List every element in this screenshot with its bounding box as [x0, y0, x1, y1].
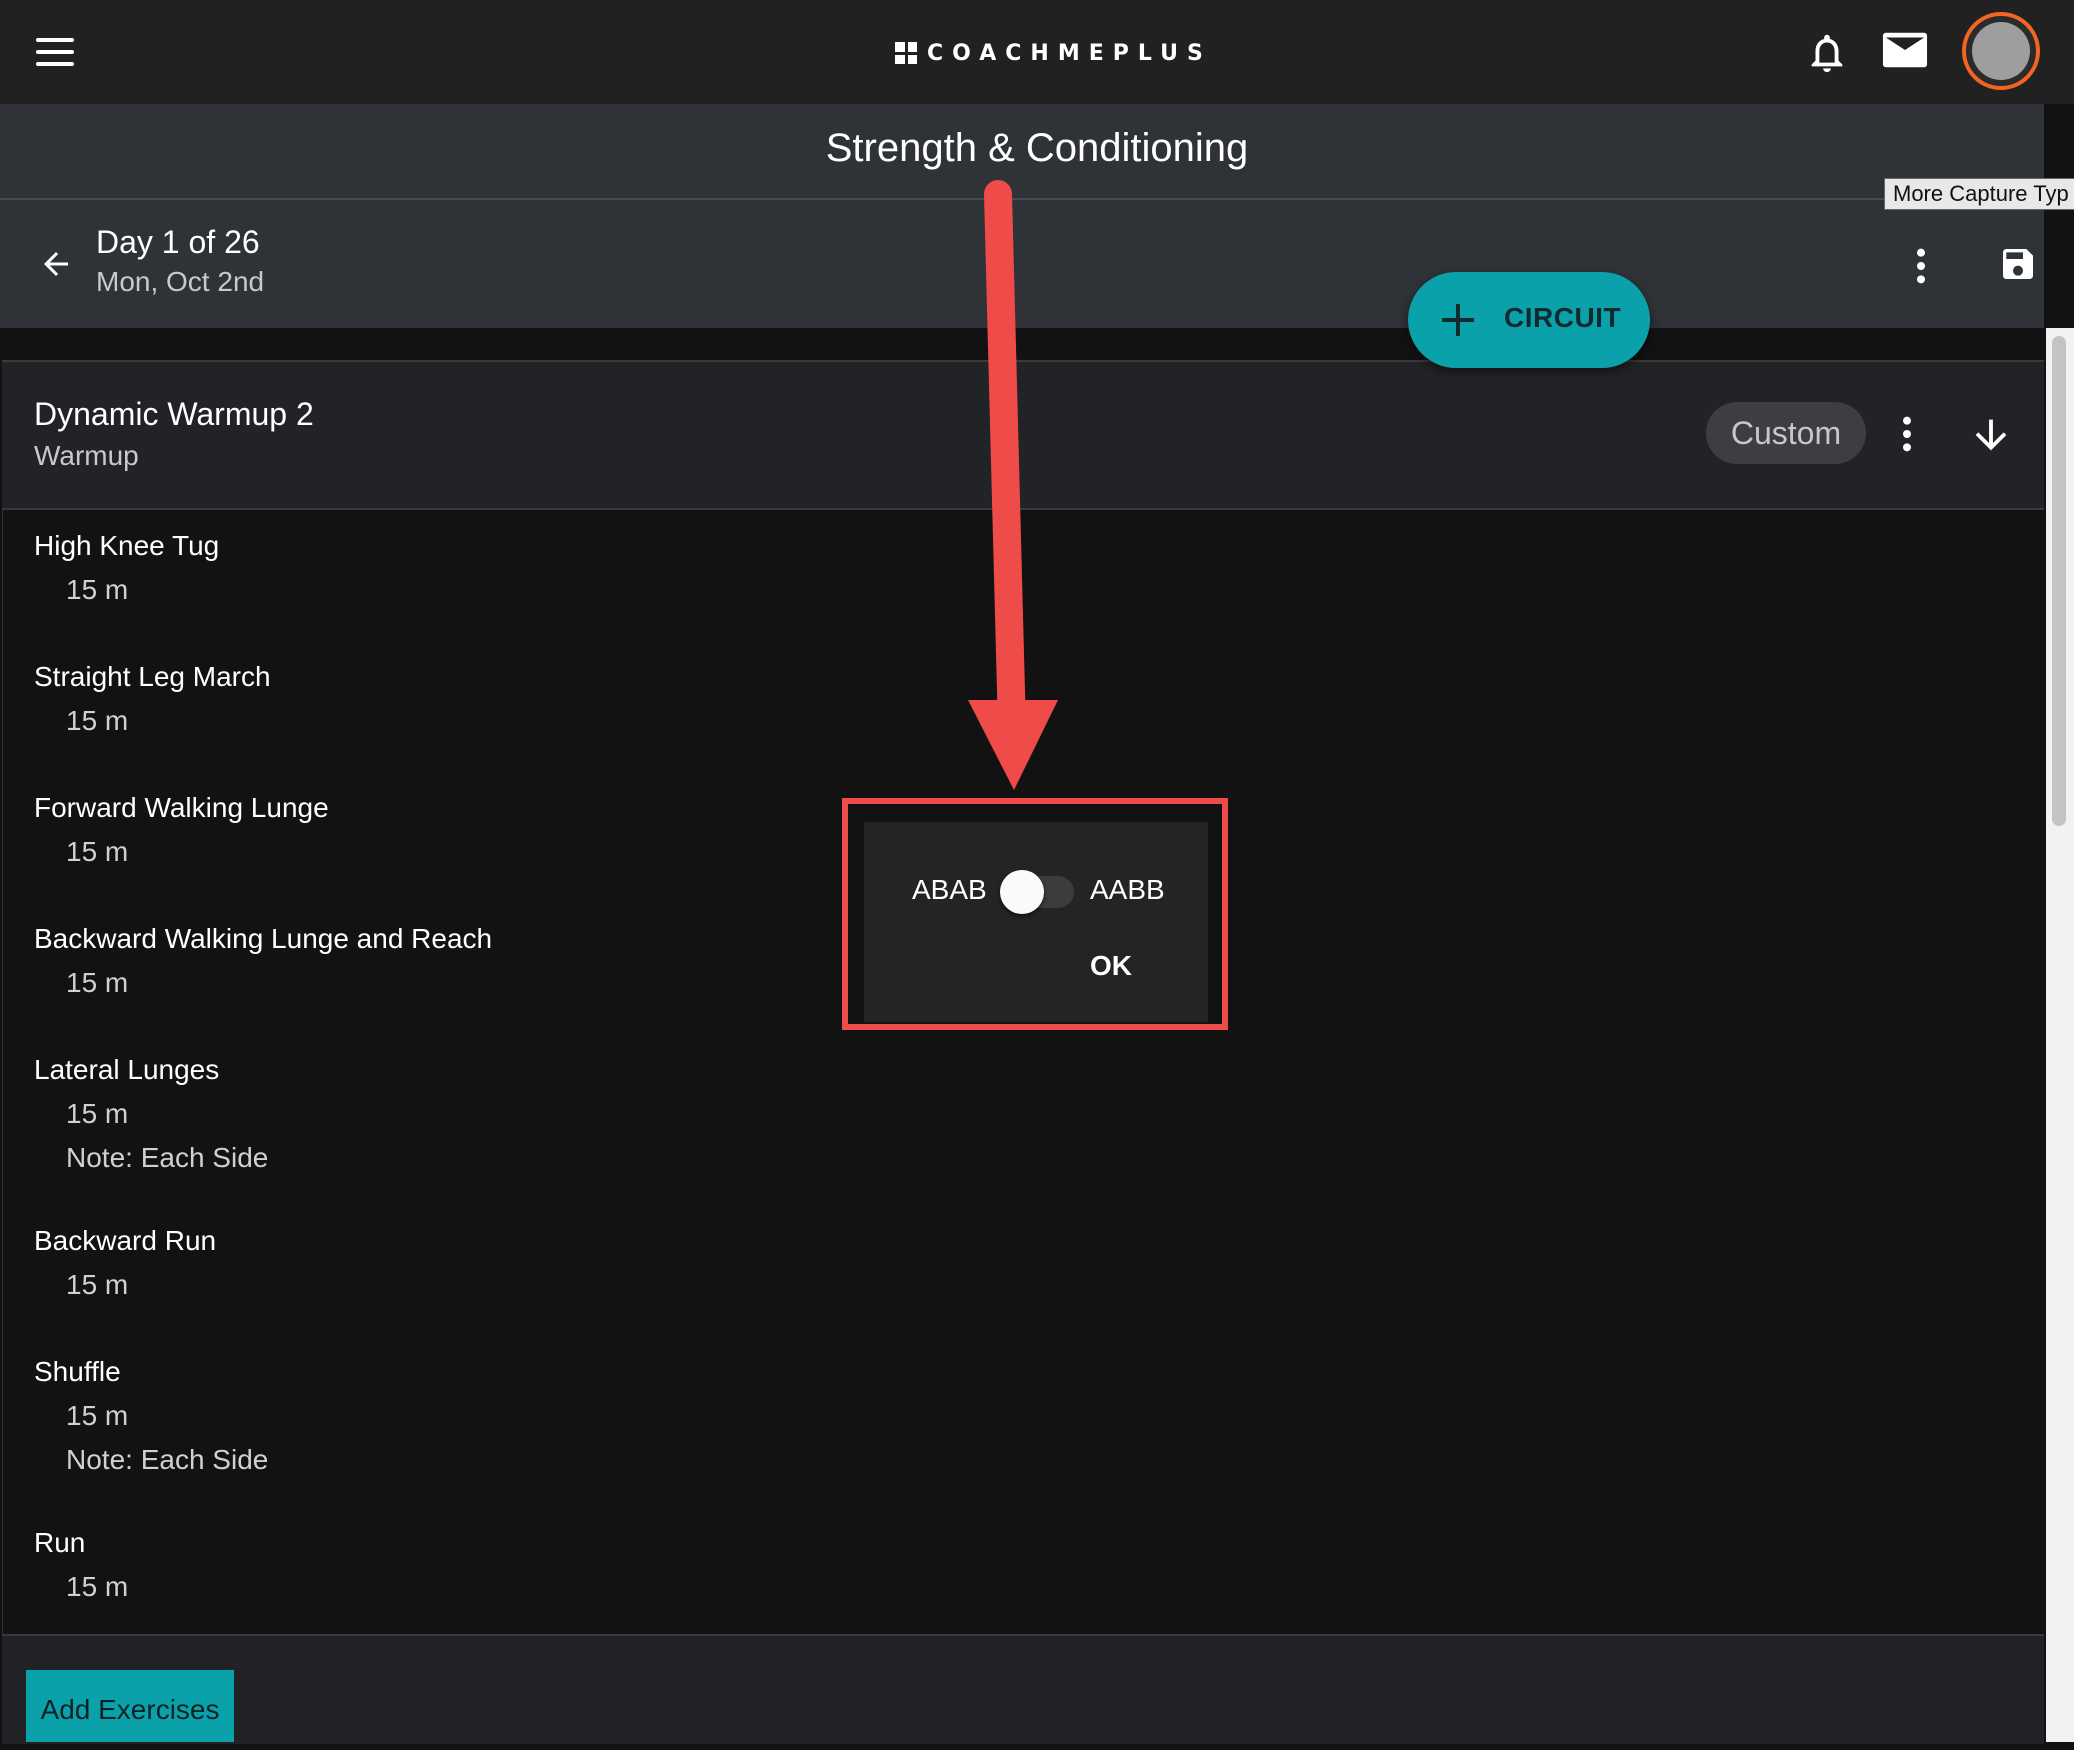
- option-aabb-label: AABB: [1090, 874, 1165, 905]
- annotation-arrow-shaft: [984, 180, 1026, 744]
- option-abab-label: ABAB: [912, 874, 987, 905]
- annotation-arrow-head: [968, 700, 1058, 790]
- circuit-order-dialog: [864, 822, 1208, 1022]
- ok-button[interactable]: OK: [1090, 950, 1132, 982]
- order-toggle-switch[interactable]: [1000, 870, 1044, 914]
